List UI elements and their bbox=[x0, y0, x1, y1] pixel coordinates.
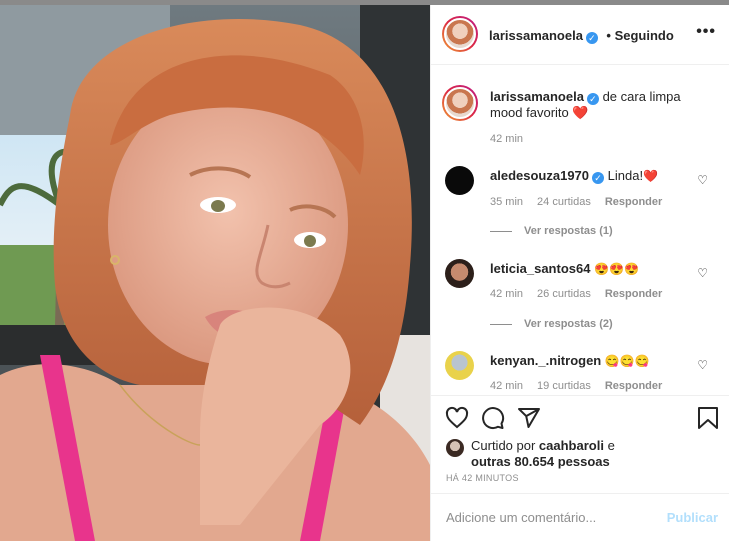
verified-icon: ✓ bbox=[586, 93, 599, 105]
like-heart-icon[interactable] bbox=[445, 406, 469, 435]
reply-button[interactable]: Responder bbox=[605, 380, 662, 392]
comment-username[interactable]: aledesouza1970 bbox=[490, 168, 589, 183]
likes-others[interactable]: outras 80.654 pessoas bbox=[471, 454, 610, 469]
liker-username[interactable]: caahbaroli bbox=[539, 438, 604, 453]
post-side-panel: larissamanoela ✓ • Seguindo ••• larissama… bbox=[430, 5, 729, 541]
comment-text: kenyan._.nitrogen 😋😋😋 bbox=[490, 353, 650, 369]
caption-avatar[interactable] bbox=[442, 85, 478, 121]
comment-icon[interactable] bbox=[481, 406, 505, 435]
verified-icon: ✓ bbox=[585, 32, 598, 44]
view-replies-button[interactable]: Ver respostas (2) bbox=[490, 318, 613, 330]
like-comment-icon[interactable]: ♡ bbox=[697, 266, 708, 280]
author-avatar[interactable] bbox=[442, 16, 478, 52]
likes-summary[interactable]: Curtido por caahbaroli e outras 80.654 p… bbox=[471, 438, 615, 470]
caption-time: 42 min bbox=[490, 133, 524, 145]
comment-likes[interactable]: 24 curtidas bbox=[537, 196, 591, 208]
comment-text: aledesouza1970 ✓ Linda!❤️ bbox=[490, 168, 658, 184]
author-username[interactable]: larissamanoela bbox=[489, 28, 583, 43]
comment-meta: 42 min 26 curtidas Responder bbox=[490, 288, 676, 300]
post-header: larissamanoela ✓ • Seguindo ••• bbox=[431, 5, 729, 65]
like-comment-icon[interactable]: ♡ bbox=[697, 358, 708, 372]
comment-avatar[interactable] bbox=[445, 166, 474, 195]
caption-username[interactable]: larissamanoela bbox=[490, 89, 584, 104]
comment-time: 42 min bbox=[490, 380, 524, 392]
comment-meta: 35 min 24 curtidas Responder bbox=[490, 196, 676, 208]
comments-list[interactable]: larissamanoela ✓ de cara limpa mood favor… bbox=[431, 65, 729, 395]
like-comment-icon[interactable]: ♡ bbox=[697, 173, 708, 187]
comment-likes[interactable]: 19 curtidas bbox=[537, 380, 591, 392]
view-replies-button[interactable]: Ver respostas (1) bbox=[490, 225, 613, 237]
liker-avatar[interactable] bbox=[446, 439, 464, 457]
post-actions: Curtido por caahbaroli e outras 80.654 p… bbox=[431, 395, 729, 495]
caption-line1: de cara limpa bbox=[602, 89, 681, 104]
post-timestamp: HÁ 42 MINUTOS bbox=[446, 473, 519, 483]
reply-button[interactable]: Responder bbox=[605, 196, 662, 208]
more-options-icon[interactable]: ••• bbox=[696, 23, 716, 41]
bookmark-icon[interactable] bbox=[697, 406, 719, 435]
comment-avatar[interactable] bbox=[445, 351, 474, 380]
post-photo-image bbox=[0, 5, 430, 541]
publish-button[interactable]: Publicar bbox=[667, 510, 718, 525]
comment-text: leticia_santos64 😍😍😍 bbox=[490, 261, 639, 277]
comment-body: Linda! bbox=[607, 168, 644, 183]
comment-avatar[interactable] bbox=[445, 259, 474, 288]
likes-prefix: Curtido por bbox=[471, 438, 539, 453]
likes-mid: e bbox=[603, 438, 615, 453]
yum-emoji-icon: 😋😋😋 bbox=[604, 354, 650, 368]
comment-username[interactable]: leticia_santos64 bbox=[490, 261, 590, 276]
comment-meta: 42 min 19 curtidas Responder bbox=[490, 380, 676, 392]
add-comment-bar: Adicione um comentário... Publicar bbox=[431, 493, 729, 541]
verified-icon: ✓ bbox=[592, 172, 605, 184]
heart-eyes-emoji-icon: 😍😍😍 bbox=[594, 262, 639, 276]
follow-status[interactable]: • Seguindo bbox=[606, 28, 673, 43]
reply-button[interactable]: Responder bbox=[605, 288, 662, 300]
heart-emoji-icon: ❤️ bbox=[643, 169, 659, 183]
post-photo[interactable] bbox=[0, 5, 430, 541]
comment-username[interactable]: kenyan._.nitrogen bbox=[490, 353, 601, 368]
comment-input[interactable]: Adicione um comentário... bbox=[446, 510, 596, 525]
comment-time: 35 min bbox=[490, 196, 524, 208]
author-info: larissamanoela ✓ • Seguindo bbox=[489, 27, 674, 45]
comment-likes[interactable]: 26 curtidas bbox=[537, 288, 591, 300]
caption-text: larissamanoela ✓ de cara limpa mood favor… bbox=[490, 89, 710, 121]
comment-time: 42 min bbox=[490, 288, 524, 300]
caption-line2: mood favorito bbox=[490, 105, 569, 120]
share-icon[interactable] bbox=[517, 406, 541, 435]
heart-emoji-icon: ❤️ bbox=[572, 105, 589, 120]
